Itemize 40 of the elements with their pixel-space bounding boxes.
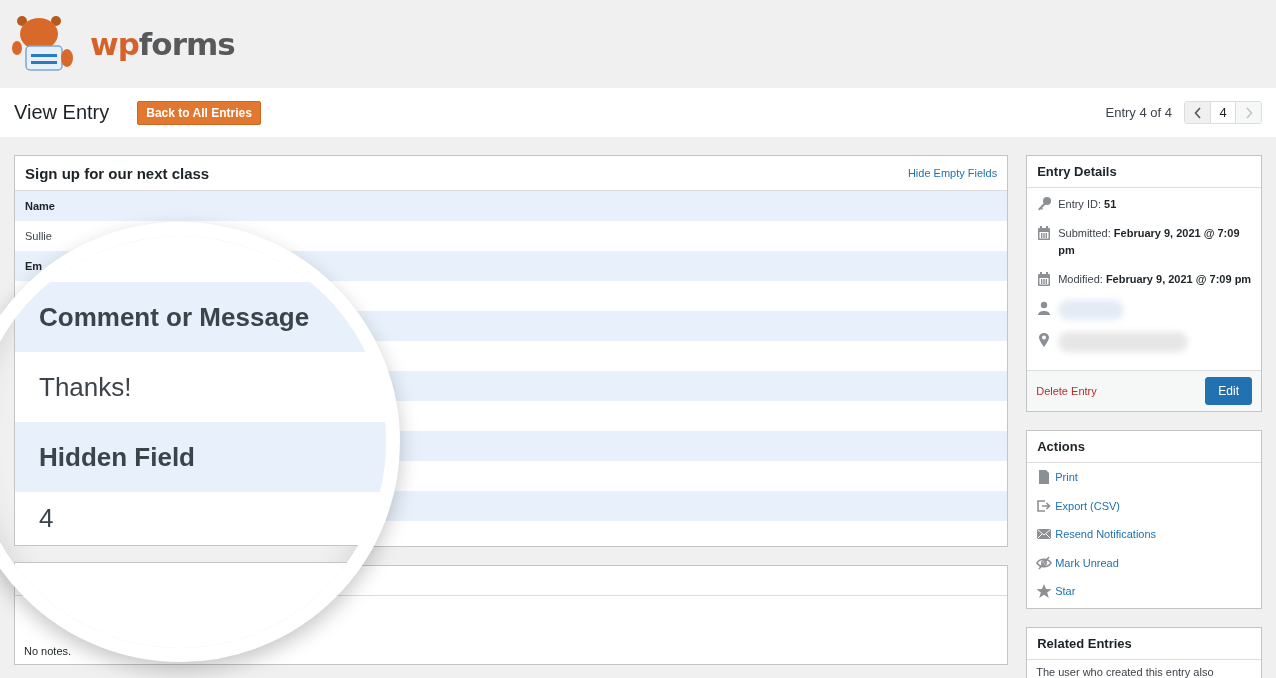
field-label: Hidden Field [39,441,195,473]
form-title: Sign up for our next class [25,164,210,182]
star-icon [1036,583,1053,600]
hide-empty-fields-link[interactable]: Hide Empty Fields [907,167,998,179]
chevron-right-icon [1244,106,1253,119]
calendar-icon [1036,225,1053,241]
field-label: Name [25,200,55,212]
back-button[interactable]: Back to All Entries [137,100,261,125]
panel-title: Related Entries [1037,635,1132,651]
field-value: Sullie [25,230,52,242]
related-text: The user who created this entry also [1036,665,1214,678]
notes-text: No notes. [24,645,72,657]
action-link[interactable]: Print [1055,471,1078,484]
page-title: View Entry [14,101,110,124]
detail-text: Submitted: February 9, 2021 @ 7:09 pm [1058,226,1241,258]
detail-text: Modified: February 9, 2021 @ 7:09 pm [1058,272,1252,287]
field-label: Em [25,260,43,272]
panel-title: Entry Details [1037,164,1117,179]
field-value: 4 [39,503,54,534]
panel-title: Actions [1037,439,1085,454]
entry-counter: Entry 4 of 4 [1105,105,1172,120]
export-icon [1036,497,1053,514]
current-page: 4 [1210,102,1236,123]
user-icon [1036,300,1053,316]
blurred-text [1058,300,1125,320]
edit-button[interactable]: Edit [1205,377,1252,405]
action-link[interactable]: Export (CSV) [1055,499,1120,512]
previous-button[interactable] [1185,102,1210,123]
field-label: Comment or Message [39,301,310,333]
action-link[interactable]: Resend Notifications [1055,528,1157,541]
chevron-left-icon [1193,106,1202,119]
eye-slash-icon [1036,554,1053,571]
calendar-icon [1036,271,1053,287]
action-link[interactable]: Mark Unread [1055,556,1119,569]
detail-text: Entry ID: 51 [1058,197,1117,212]
action-link[interactable]: Star [1055,585,1076,598]
logo-wordmark: wpforms [90,26,235,62]
key-icon [1036,196,1053,212]
field-value: Thanks! [39,371,132,403]
delete-entry-link[interactable]: Delete Entry [1036,385,1097,397]
